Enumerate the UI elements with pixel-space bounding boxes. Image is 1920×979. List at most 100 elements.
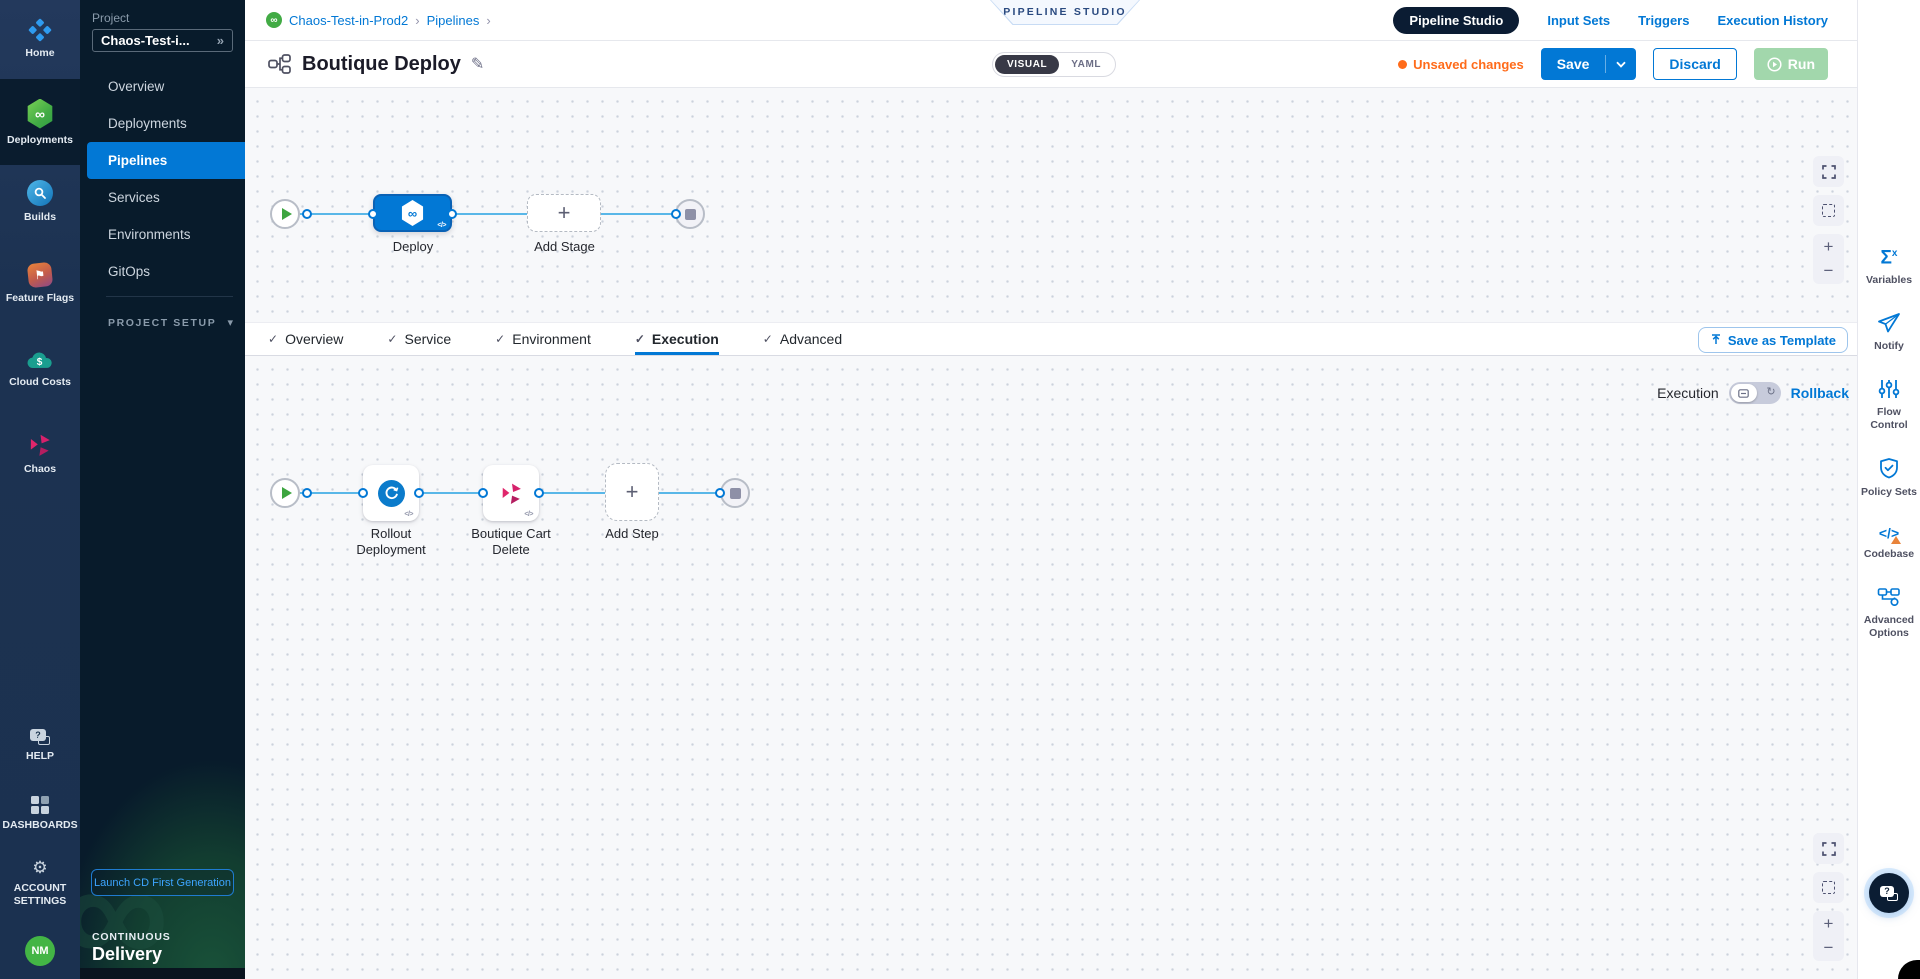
unsaved-changes: Unsaved changes	[1398, 57, 1524, 72]
save-button-label[interactable]: Save	[1541, 56, 1606, 72]
tab-overview[interactable]: ✓Overview	[268, 323, 343, 355]
sidebar-item-gitops[interactable]: GitOps	[80, 253, 245, 290]
tab-triggers[interactable]: Triggers	[1638, 13, 1689, 28]
project-setup-toggle[interactable]: PROJECT SETUP ▾	[108, 316, 233, 329]
module-home[interactable]: Home	[0, 8, 80, 68]
execution-rollback-toggle[interactable]: ↻	[1729, 382, 1781, 404]
add-stage-label: Add Stage	[517, 239, 612, 255]
module-chaos[interactable]: Chaos	[0, 424, 80, 482]
save-button[interactable]: Save	[1541, 48, 1637, 80]
tab-overview-label: Overview	[285, 331, 343, 347]
tab-advanced[interactable]: ✓Advanced	[763, 323, 842, 355]
codebase-icon: </>	[1879, 524, 1899, 542]
project-setup-label: PROJECT SETUP	[108, 317, 216, 329]
sidebar-item-overview[interactable]: Overview	[80, 68, 245, 105]
module-help[interactable]: ? HELP	[0, 722, 80, 768]
module-deployments[interactable]: ∞ Deployments	[0, 79, 80, 165]
rail-notify[interactable]: Notify	[1859, 312, 1919, 353]
rail-advanced-options[interactable]: Advanced Options	[1859, 586, 1919, 640]
sidebar-item-deployments[interactable]: Deployments	[80, 105, 245, 142]
module-deployments-label: Deployments	[7, 134, 73, 146]
project-selector[interactable]: Chaos-Test-i... »	[92, 29, 233, 52]
chevron-down-icon: ▾	[227, 316, 233, 329]
fullscreen-button[interactable]	[1813, 156, 1844, 187]
launch-cd-first-gen-button[interactable]: Launch CD First Generation	[91, 869, 234, 896]
edit-pencil-icon[interactable]: ✎	[471, 54, 484, 74]
double-chevron-icon: »	[217, 33, 224, 48]
stage-canvas[interactable]: ∞ </> Deploy + Add Stage + −	[245, 88, 1857, 322]
add-step-button[interactable]: +	[605, 463, 659, 521]
help-label: HELP	[26, 750, 54, 762]
sidebar-item-pipelines[interactable]: Pipelines	[87, 142, 245, 179]
edge	[659, 492, 722, 494]
sidebar-item-environments[interactable]: Environments	[80, 216, 245, 253]
tab-input-sets[interactable]: Input Sets	[1547, 13, 1610, 28]
add-stage-button[interactable]: +	[527, 194, 601, 232]
breadcrumb-project-link[interactable]: Chaos-Test-in-Prod2	[289, 13, 408, 28]
stage-canvas-controls: + −	[1813, 156, 1844, 284]
tab-service[interactable]: ✓Service	[387, 323, 451, 355]
stop-icon	[685, 209, 696, 220]
step-label-rollout: RolloutDeployment	[341, 526, 441, 558]
save-options-caret[interactable]	[1606, 61, 1636, 68]
flow-control-icon	[1878, 378, 1900, 400]
breadcrumb: ∞ Chaos-Test-in-Prod2 › Pipelines ›	[245, 12, 491, 28]
zoom-in-icon[interactable]: +	[1813, 238, 1844, 256]
edge	[452, 213, 527, 215]
stage-node-deploy[interactable]: ∞ </>	[373, 194, 452, 232]
rail-flow-control[interactable]: Flow Control	[1859, 378, 1919, 432]
fullscreen-button[interactable]	[1813, 833, 1844, 864]
chat-help-bubble[interactable]: ?	[1869, 873, 1909, 913]
tab-pipeline-studio[interactable]: Pipeline Studio	[1393, 7, 1519, 34]
rail-notify-label: Notify	[1874, 340, 1904, 353]
edge	[539, 492, 605, 494]
rail-codebase[interactable]: </> Codebase	[1859, 524, 1919, 561]
toggle-visual[interactable]: VISUAL	[995, 55, 1059, 74]
port	[302, 488, 312, 498]
zoom-out-icon[interactable]: −	[1813, 939, 1844, 957]
module-cloud-costs[interactable]: $ Cloud Costs	[0, 338, 80, 398]
sidebar-divider	[106, 296, 233, 297]
account-settings-label-1: ACCOUNT	[14, 882, 67, 894]
cd-infinity-icon: ∞	[401, 200, 425, 226]
step-node-rollout-deployment[interactable]: </>	[363, 465, 419, 521]
toggle-yaml[interactable]: YAML	[1059, 55, 1113, 74]
zoom-out-icon[interactable]: −	[1813, 262, 1844, 280]
step-node-boutique-cart-delete[interactable]: </>	[483, 465, 539, 521]
visual-yaml-toggle[interactable]: VISUAL YAML	[992, 52, 1116, 77]
run-button[interactable]: Run	[1754, 48, 1828, 80]
execution-canvas[interactable]: Execution ↻ Rollback </> Roll	[245, 356, 1857, 979]
port	[414, 488, 424, 498]
pipeline-start-node[interactable]	[270, 199, 300, 229]
tab-execution-history[interactable]: Execution History	[1717, 13, 1828, 28]
module-dashboards[interactable]: DASHBOARDS	[0, 790, 80, 836]
fit-view-button[interactable]	[1813, 872, 1844, 903]
gear-icon: ⚙	[32, 859, 47, 877]
sidebar-item-services[interactable]: Services	[80, 179, 245, 216]
check-icon: ✓	[763, 332, 773, 346]
tab-environment[interactable]: ✓Environment	[495, 323, 591, 355]
execution-mode-label: Execution	[1657, 385, 1718, 401]
rail-policy-sets[interactable]: Policy Sets	[1859, 457, 1919, 499]
execution-mode-switch: Execution ↻ Rollback	[1657, 382, 1849, 404]
breadcrumb-pipelines-link[interactable]: Pipelines	[427, 13, 480, 28]
project-selector-value: Chaos-Test-i...	[101, 33, 217, 48]
discard-button[interactable]: Discard	[1653, 48, 1736, 80]
module-feature-flags[interactable]: ⚑ Feature Flags	[0, 252, 80, 314]
project-sidebar: ∞ Project Chaos-Test-i... » Overview Dep…	[80, 0, 245, 979]
avatar[interactable]: NM	[25, 936, 55, 966]
module-cloud-costs-label: Cloud Costs	[9, 376, 71, 388]
module-account-settings[interactable]: ⚙ ACCOUNT SETTINGS	[0, 852, 80, 914]
pipeline-studio-badge: PIPELINE STUDIO	[991, 0, 1139, 24]
cloud-costs-icon: $	[26, 349, 54, 371]
fullscreen-icon	[1822, 165, 1836, 179]
module-builds[interactable]: Builds	[0, 170, 80, 232]
module-feature-flags-label: Feature Flags	[6, 292, 74, 304]
zoom-in-icon[interactable]: +	[1813, 915, 1844, 933]
rail-variables[interactable]: Σx Variables	[1859, 244, 1919, 287]
save-as-template-button[interactable]: Save as Template	[1698, 327, 1848, 353]
execution-start-node[interactable]	[270, 478, 300, 508]
fit-view-button[interactable]	[1813, 195, 1844, 226]
rollback-label[interactable]: Rollback	[1791, 385, 1849, 401]
tab-execution[interactable]: ✓Execution	[635, 323, 719, 355]
